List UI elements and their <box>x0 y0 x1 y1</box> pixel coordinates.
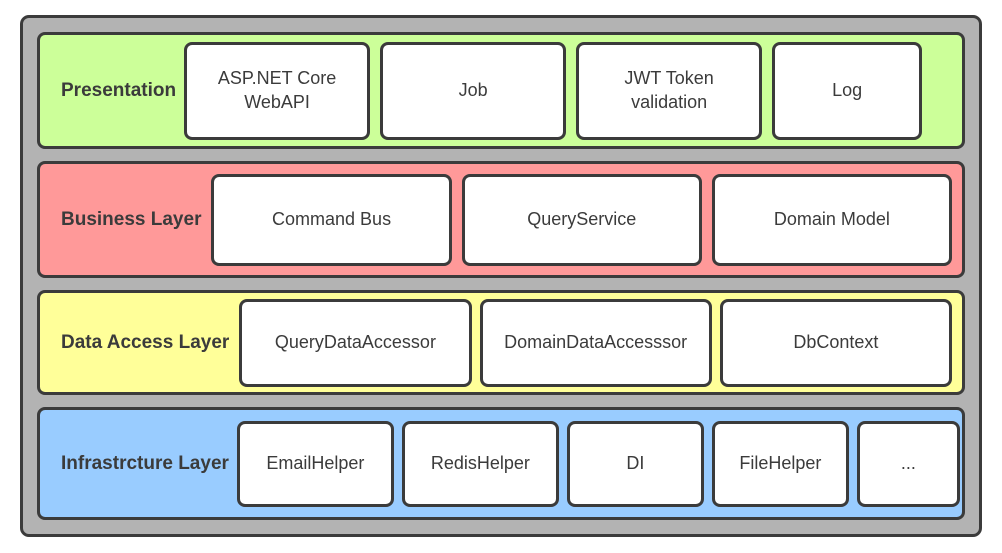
node-domain-model[interactable]: Domain Model <box>711 173 952 266</box>
layer-presentation-nodes: ASP.NET Core WebAPI Job JWT Token valida… <box>176 35 952 146</box>
layer-infrastructure-label: Infrastrcture Layer <box>61 452 229 474</box>
layer-infrastructure-nodes: EmailHelper RedisHelper DI FileHelper ..… <box>229 410 960 517</box>
node-command-bus[interactable]: Command Bus <box>211 173 452 266</box>
layer-data-access-label: Data Access Layer <box>61 331 230 353</box>
node-domain-data-accessor[interactable]: DomainDataAccesssor <box>479 298 712 387</box>
node-email-helper[interactable]: EmailHelper <box>236 420 394 507</box>
layer-business-label: Business Layer <box>61 208 202 230</box>
node-query-data-accessor[interactable]: QueryDataAccessor <box>239 298 472 387</box>
node-jwt-token-validation[interactable]: JWT Token validation <box>576 41 763 140</box>
diagram-outer-frame: Presentation ASP.NET Core WebAPI Job JWT… <box>20 15 982 537</box>
node-di[interactable]: DI <box>566 420 704 507</box>
layer-infrastructure[interactable]: Infrastrcture Layer EmailHelper RedisHel… <box>37 407 965 520</box>
node-aspnet-core-webapi[interactable]: ASP.NET Core WebAPI <box>184 41 371 140</box>
node-query-service[interactable]: QueryService <box>461 173 702 266</box>
layer-data-access[interactable]: Data Access Layer QueryDataAccessor Doma… <box>37 290 965 395</box>
node-ellipsis[interactable]: ... <box>856 420 960 507</box>
layer-business[interactable]: Business Layer Command Bus QueryService … <box>37 161 965 278</box>
node-job[interactable]: Job <box>380 41 567 140</box>
architecture-diagram: Presentation ASP.NET Core WebAPI Job JWT… <box>0 0 1002 553</box>
node-dbcontext[interactable]: DbContext <box>719 298 952 387</box>
layer-business-nodes: Command Bus QueryService Domain Model <box>201 164 952 275</box>
layer-presentation[interactable]: Presentation ASP.NET Core WebAPI Job JWT… <box>37 32 965 149</box>
node-file-helper[interactable]: FileHelper <box>711 420 849 507</box>
node-redis-helper[interactable]: RedisHelper <box>401 420 559 507</box>
layer-presentation-label: Presentation <box>61 79 177 101</box>
layer-data-access-nodes: QueryDataAccessor DomainDataAccesssor Db… <box>229 293 952 392</box>
node-log[interactable]: Log <box>772 41 923 140</box>
